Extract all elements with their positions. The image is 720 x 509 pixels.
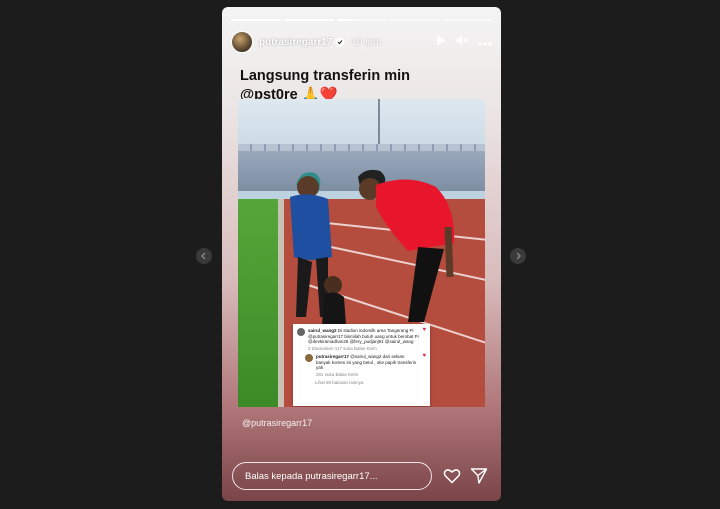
- story-viewer[interactable]: putrasiregarr17 19 jam Langsung transfer…: [222, 7, 501, 501]
- comment-screenshot: sairul_wang2 Di stadion indomilk area Ta…: [293, 324, 430, 406]
- story-photo: sairul_wang2 Di stadion indomilk area Ta…: [238, 99, 485, 407]
- photo-credit: @putrasiregarr17: [242, 418, 313, 428]
- reply-input[interactable]: Balas kepada putrasiregarr17...: [232, 462, 432, 490]
- progress-segment: [389, 19, 440, 21]
- avatar[interactable]: [231, 31, 253, 53]
- caption-line-1: Langsung transferin min: [240, 68, 410, 84]
- comment-2: putrasiregarr17 @sairul_wang2 dari sekia…: [305, 353, 426, 377]
- comment-avatar: [305, 354, 313, 362]
- comment-avatar: [297, 328, 305, 336]
- story-header: putrasiregarr17 19 jam: [231, 29, 492, 55]
- story-progress-bar: [231, 19, 492, 21]
- comment-meta: 281 suka Balas Kirim: [316, 371, 359, 377]
- next-story-button[interactable]: [510, 248, 526, 264]
- play-icon[interactable]: [436, 33, 446, 51]
- comment-1: sairul_wang2 Di stadion indomilk area Ta…: [297, 327, 426, 351]
- progress-segment: [336, 19, 387, 21]
- heart-icon: ♥: [422, 353, 426, 359]
- people-illustration: [290, 169, 455, 325]
- progress-segment: [283, 19, 334, 21]
- heart-icon[interactable]: [443, 467, 461, 485]
- verified-badge-icon: [335, 37, 345, 47]
- username[interactable]: putrasiregarr17: [259, 37, 332, 48]
- heart-icon: ♥: [422, 327, 426, 333]
- send-icon[interactable]: [470, 467, 488, 485]
- comment-user: sairul_wang2: [308, 328, 337, 333]
- chevron-right-icon: [516, 252, 521, 260]
- view-replies-text: Lihat 85 balasan lainnya: [315, 380, 364, 385]
- progress-segment: [442, 19, 492, 21]
- comment-meta: 2 Diamarken 117 suka Balas Kirim: [308, 345, 377, 351]
- comment-user: putrasiregarr17: [316, 354, 350, 359]
- muted-speaker-icon[interactable]: [456, 33, 468, 51]
- previous-story-button[interactable]: [196, 248, 212, 264]
- more-icon[interactable]: [478, 33, 492, 51]
- chevron-left-icon: [201, 252, 206, 260]
- post-time: 19 jam: [351, 36, 382, 48]
- progress-segment: [231, 19, 281, 21]
